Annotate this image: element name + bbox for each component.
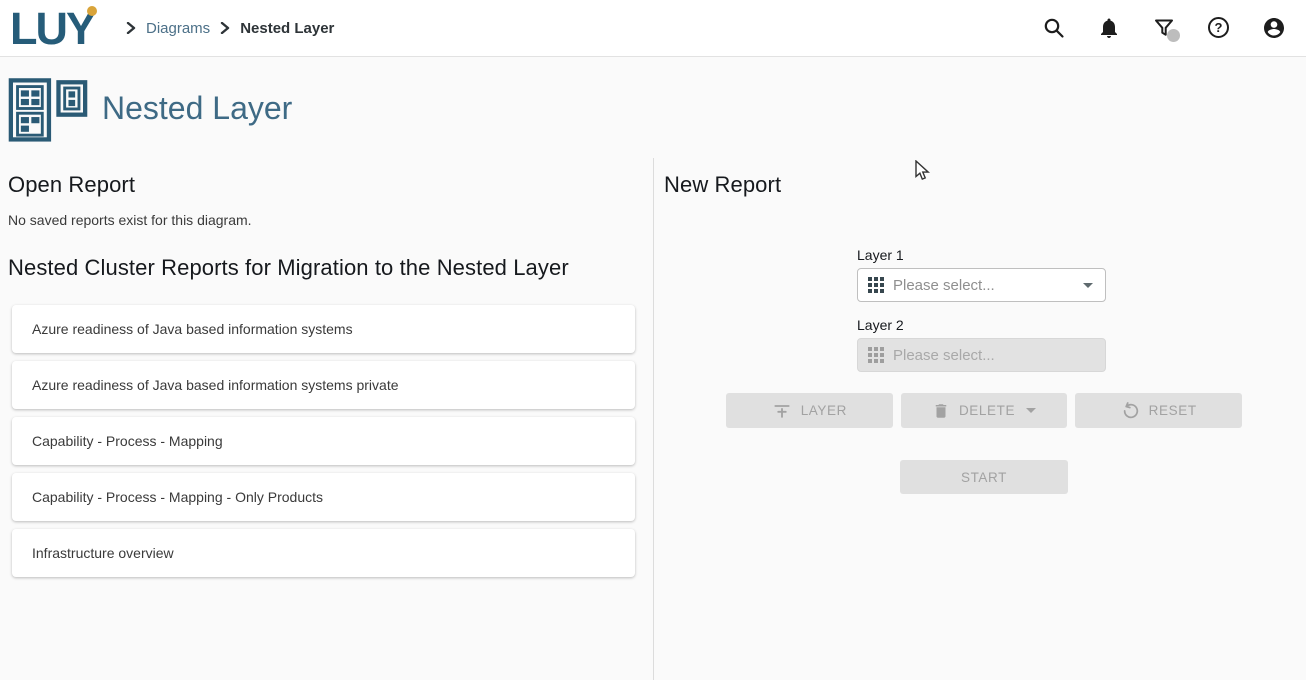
layer1-select[interactable]: Please select...	[857, 268, 1106, 302]
new-report-panel: New Report Layer 1 Please select... Laye…	[653, 158, 1306, 680]
delete-button[interactable]: DELETE	[901, 393, 1068, 428]
grid-icon	[868, 277, 884, 293]
report-list-item[interactable]: Azure readiness of Java based informatio…	[12, 305, 635, 353]
filter-badge	[1167, 29, 1180, 42]
chevron-down-icon	[1026, 408, 1036, 413]
report-name: Capability - Process - Mapping	[32, 433, 223, 449]
chevron-right-icon	[126, 22, 136, 34]
filter-icon[interactable]	[1152, 16, 1176, 40]
notifications-icon[interactable]	[1097, 16, 1121, 40]
report-list: Azure readiness of Java based informatio…	[8, 305, 653, 577]
grid-icon	[868, 347, 884, 363]
page-title-row: Nested Layer	[0, 57, 1306, 158]
page-title: Nested Layer	[102, 90, 292, 127]
luy-logo[interactable]: LUY	[10, 0, 104, 57]
undo-icon	[1121, 401, 1140, 420]
layer2-label: Layer 2	[857, 317, 1242, 333]
reset-button[interactable]: RESET	[1075, 393, 1242, 428]
layer-button[interactable]: LAYER	[726, 393, 893, 428]
report-name: Capability - Process - Mapping - Only Pr…	[32, 489, 323, 505]
account-icon[interactable]	[1262, 16, 1286, 40]
layer-button-label: LAYER	[801, 403, 847, 418]
report-name: Infrastructure overview	[32, 545, 174, 561]
search-icon[interactable]	[1042, 16, 1066, 40]
report-name: Azure readiness of Java based informatio…	[32, 377, 399, 393]
help-glyph: ?	[1215, 20, 1223, 35]
help-icon[interactable]: ?	[1207, 16, 1231, 40]
reset-button-label: RESET	[1149, 403, 1197, 418]
layer1-placeholder: Please select...	[893, 277, 995, 294]
nested-layer-diagram-icon	[8, 72, 88, 144]
open-report-heading: Open Report	[8, 172, 653, 198]
new-report-heading: New Report	[664, 172, 1306, 198]
report-list-item[interactable]: Azure readiness of Java based informatio…	[12, 361, 635, 409]
breadcrumb-item-diagrams[interactable]: Diagrams	[146, 20, 210, 37]
no-saved-reports-message: No saved reports exist for this diagram.	[8, 212, 653, 228]
report-name: Azure readiness of Java based informatio…	[32, 321, 353, 337]
report-list-item[interactable]: Infrastructure overview	[12, 529, 635, 577]
report-list-item[interactable]: Capability - Process - Mapping - Only Pr…	[12, 473, 635, 521]
breadcrumb: Diagrams Nested Layer	[126, 20, 334, 37]
nested-cluster-reports-heading: Nested Cluster Reports for Migration to …	[8, 255, 653, 281]
report-list-item[interactable]: Capability - Process - Mapping	[12, 417, 635, 465]
add-layer-icon	[772, 401, 792, 421]
layer2-select[interactable]: Please select...	[857, 338, 1106, 372]
breadcrumb-item-current: Nested Layer	[240, 20, 334, 37]
open-report-panel: Open Report No saved reports exist for t…	[0, 158, 653, 680]
start-button-label: START	[961, 470, 1007, 485]
new-report-form: Layer 1 Please select... Layer 2 Please …	[726, 247, 1242, 494]
layer2-placeholder: Please select...	[893, 347, 995, 364]
logo-text: LUY	[10, 3, 94, 54]
app-header: LUY Diagrams Nested Layer ?	[0, 0, 1306, 57]
layer1-label: Layer 1	[857, 247, 1242, 263]
form-button-row: LAYER DELETE RESET	[726, 393, 1242, 428]
header-icon-bar: ?	[1042, 16, 1294, 40]
chevron-right-icon	[220, 22, 230, 34]
main-content: Open Report No saved reports exist for t…	[0, 158, 1306, 680]
logo-gold-dot-icon	[87, 6, 97, 16]
delete-button-label: DELETE	[959, 403, 1015, 418]
trash-icon	[932, 402, 950, 420]
start-button[interactable]: START	[900, 460, 1068, 494]
chevron-down-icon	[1083, 283, 1093, 288]
